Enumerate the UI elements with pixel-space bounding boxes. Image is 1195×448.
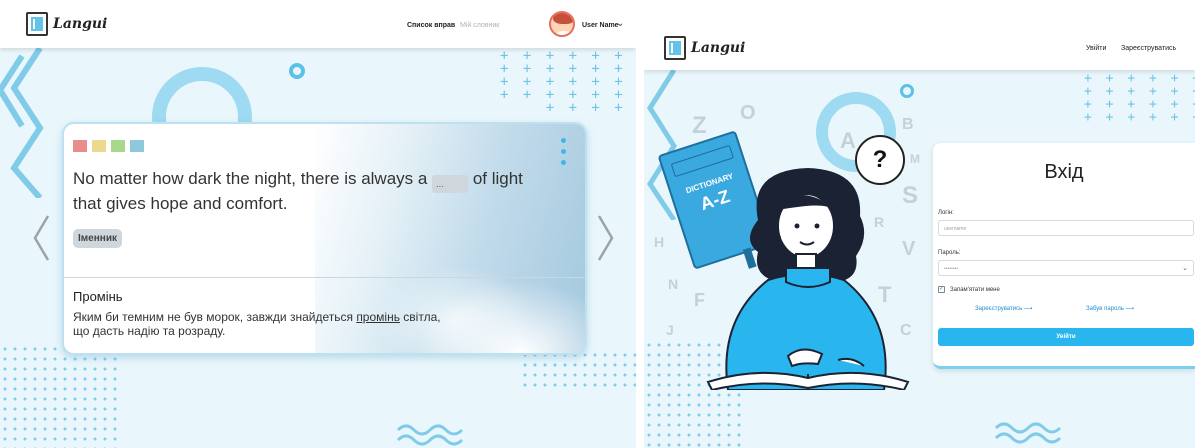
checkbox-icon[interactable]: ✓	[938, 286, 945, 293]
register-link[interactable]: Зареєструватись ⟶	[975, 305, 1033, 312]
letter-decoration: O	[740, 102, 756, 124]
nav-exercises-link[interactable]: Список вправ	[407, 22, 455, 29]
login-title: Вхід	[1044, 161, 1084, 183]
chevron-left-icon[interactable]	[32, 214, 50, 262]
book-logo-icon	[664, 36, 686, 60]
username-input[interactable]: username	[938, 220, 1194, 236]
password-input[interactable]: •••••••• ⌄	[938, 260, 1194, 276]
color-swatch-blue[interactable]	[130, 140, 144, 152]
question-bubble: ?	[855, 135, 905, 185]
translation-text: Яким би темним не був морок, завжди знай…	[73, 310, 453, 338]
part-of-speech-badge: Іменник	[73, 229, 122, 248]
card-divider	[64, 277, 585, 278]
color-swatch-green[interactable]	[111, 140, 125, 152]
color-swatch-red[interactable]	[73, 140, 87, 152]
chevron-down-icon[interactable]: ⌄	[1182, 264, 1188, 272]
exercise-sentence: No matter how dark the night, there is a…	[73, 168, 553, 215]
nav-login-link[interactable]: Увійти	[1086, 45, 1106, 52]
login-button[interactable]: Увійти	[938, 328, 1194, 346]
login-form: Вхід Логін: username Пароль: •••••••• ⌄ …	[933, 143, 1195, 369]
more-options-icon[interactable]	[561, 138, 567, 171]
remember-me-checkbox[interactable]: ✓ Запам'ятати мене	[938, 286, 1000, 293]
translation-part-1: Яким би темним не був морок, завжди знай…	[73, 310, 353, 324]
letter-decoration: B	[902, 116, 914, 133]
letter-decoration: N	[668, 276, 679, 292]
letter-decoration: J	[666, 322, 674, 338]
chevron-right-icon[interactable]	[597, 214, 615, 262]
login-screen: + + + + + + + + + + + + + + + + + + + + …	[644, 0, 1195, 448]
plus-grid-decoration: + + + + + + + + + + + + + + + + + + + + …	[1084, 71, 1195, 125]
book-logo-icon	[26, 12, 48, 36]
logo-text: Langui	[53, 16, 108, 32]
user-name[interactable]: User Name	[582, 22, 619, 29]
password-value: ••••••••	[944, 266, 959, 272]
nav-dictionary-link[interactable]: Мій словник	[460, 22, 499, 29]
top-navbar: Langui Увійти Зареєструватись	[644, 0, 1195, 70]
answer-word: Промінь	[73, 289, 123, 304]
dots-decoration-right	[520, 350, 636, 390]
logo[interactable]: Langui	[664, 36, 745, 60]
wave-decoration	[396, 424, 464, 446]
password-label: Пароль:	[938, 250, 961, 256]
chevron-down-icon[interactable]: ⌄	[616, 18, 624, 29]
forgot-password-link[interactable]: Забув пароль ⟶	[1086, 305, 1134, 312]
answer-blank[interactable]: ...	[432, 175, 469, 193]
dots-decoration	[0, 344, 120, 448]
login-label: Логін:	[938, 210, 954, 216]
letter-decoration: Z	[692, 112, 707, 139]
logo-text: Langui	[691, 40, 746, 56]
screen-separator	[636, 0, 644, 448]
zigzag-decoration	[0, 48, 44, 198]
logo[interactable]: Langui	[26, 12, 107, 36]
letter-decoration: A	[840, 128, 856, 153]
translation-highlight: промінь	[356, 310, 400, 324]
ring-decoration-small	[900, 84, 914, 98]
ring-decoration-small	[289, 63, 305, 79]
plus-grid-decoration: + + + + + + + + + + + + + + + + + + + + …	[500, 48, 626, 116]
top-navbar: Langui Список вправ Мій словник User Nam…	[0, 0, 636, 48]
user-avatar[interactable]	[549, 11, 575, 37]
letter-decoration: H	[654, 234, 665, 250]
wave-decoration	[994, 422, 1062, 444]
exercise-screen: + + + + + + + + + + + + + + + + + + + + …	[0, 0, 636, 448]
exercise-card: No matter how dark the night, there is a…	[62, 122, 587, 355]
sentence-part-1: No matter how dark the night, there is a…	[73, 169, 428, 188]
color-swatch-yellow[interactable]	[92, 140, 106, 152]
remember-me-label: Запам'ятати мене	[950, 286, 1000, 293]
student-reading-illustration	[706, 168, 910, 390]
nav-register-link[interactable]: Зареєструватись	[1121, 45, 1176, 52]
